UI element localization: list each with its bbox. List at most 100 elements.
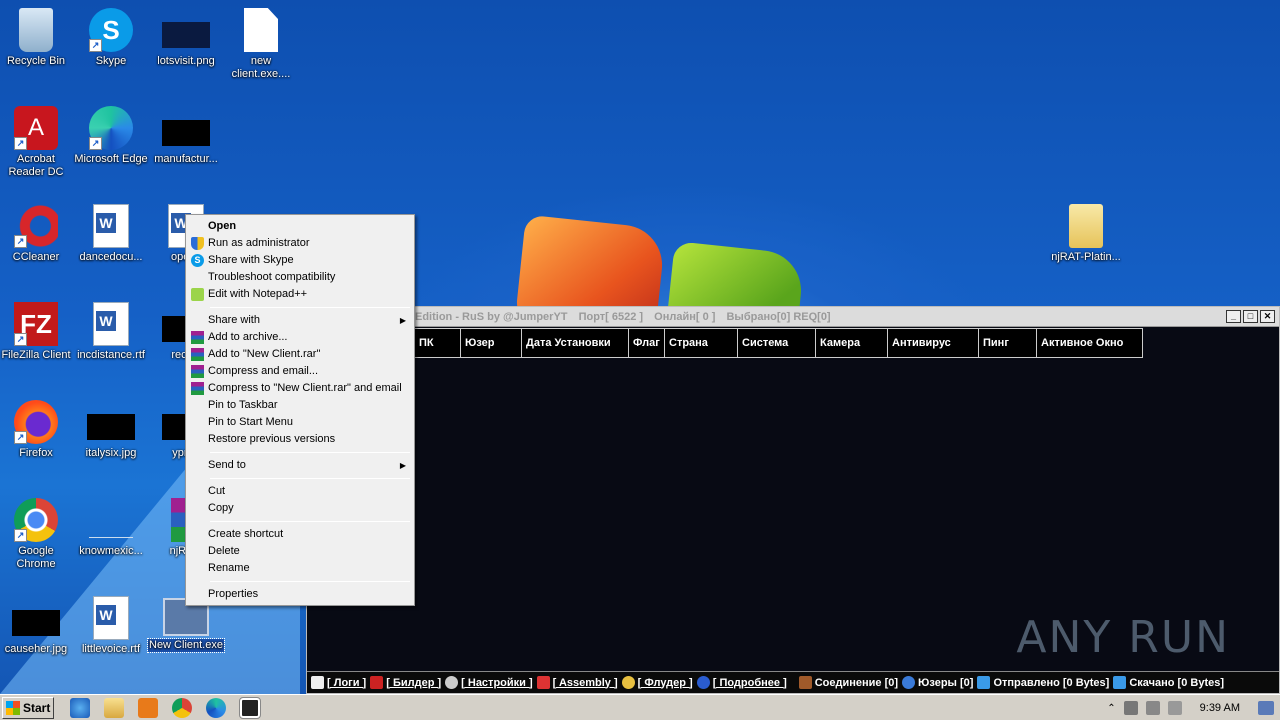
desktop-icon-njrat-folder[interactable]: njRAT-Platin... [1046,204,1126,264]
builder-button[interactable]: [ Билдер ] [370,676,441,689]
quick-launch [70,696,261,719]
column-header[interactable]: ПК [415,328,461,358]
word-doc-icon [93,596,129,640]
desktop-icon-italysix[interactable]: italysix.jpg [73,400,149,460]
desktop-icon-chrome[interactable]: ↗ Google Chrome [0,498,74,571]
menu-separator [210,478,410,479]
menu-item-compress-rar-email[interactable]: Compress to "New Client.rar" and email [188,380,412,397]
menu-item-open[interactable]: Open [188,218,412,235]
menu-item-create-shortcut[interactable]: Create shortcut [188,526,412,543]
menu-item-share-with[interactable]: Share with ▶ [188,312,412,329]
menu-item-run-as-admin[interactable]: Run as administrator [188,235,412,252]
desktop-icon-knowmexic[interactable]: knowmexic... [73,498,149,558]
ie-icon[interactable] [70,697,90,718]
desktop-icon-dancedocu[interactable]: dancedocu... [73,204,149,264]
user-icon [902,676,916,689]
title-edition: Edition - RuS by @JumperYT [415,311,568,323]
clients-table-header: пи ПК Юзер Дата Установки Флаг Страна Си… [307,328,1143,358]
njrat-statusbar: [ Логи ] [ Билдер ] [ Настройки ] [ Asse… [307,671,1279,693]
njrat-titlebar[interactable]: Edition - RuS by @JumperYT Порт[ 6522 ] … [307,307,1279,327]
column-header[interactable]: Активное Окно [1037,328,1143,358]
menu-item-restore-versions[interactable]: Restore previous versions [188,431,412,448]
edge-icon: ↗ [89,106,133,150]
clock[interactable]: 9:39 AM [1200,702,1240,714]
anyrun-watermark: ANY RUN [1016,612,1230,663]
column-header[interactable]: Система [738,328,816,358]
tools-icon [536,676,550,689]
desktop-icon-ccleaner[interactable]: ↗ CCleaner [0,204,74,264]
column-header[interactable]: Флаг [629,328,665,358]
desktop-icon-recycle-bin[interactable]: Recycle Bin [0,8,74,68]
log-icon [311,676,324,689]
network-icon[interactable] [1145,701,1160,715]
notepadpp-icon [191,288,204,301]
acrobat-icon: A ↗ [14,106,58,150]
menu-item-share-skype[interactable]: S Share with Skype [188,252,412,269]
desktop-icon-manufactur[interactable]: manufactur... [148,106,224,166]
menu-item-send-to[interactable]: Send to ▶ [188,457,412,474]
winrar-icon [191,365,204,378]
column-header[interactable]: Дата Установки [522,328,629,358]
media-player-icon[interactable] [138,697,158,718]
menu-item-edit-notepadpp[interactable]: Edit with Notepad++ [188,286,412,303]
desktop-icon-causeher[interactable]: causeher.jpg [0,596,74,656]
menu-item-compress-email[interactable]: Compress and email... [188,363,412,380]
edge-icon[interactable] [206,697,226,718]
show-desktop-icon[interactable] [1258,701,1274,715]
close-button[interactable]: ✕ [1260,310,1275,323]
menu-item-cut[interactable]: Cut [188,483,412,500]
upload-arrow-icon [977,676,991,689]
users-status: Юзеры [0] [902,676,973,689]
system-tray: ⌃ 9:39 AM [1101,697,1280,719]
desktop-icon-new-client-exe[interactable]: New Client.exe [147,598,225,653]
menu-item-pin-start[interactable]: Pin to Start Menu [188,414,412,431]
recycle-bin-icon [19,8,53,52]
submenu-arrow-icon: ▶ [399,461,406,470]
skype-icon: S ↗ [89,8,133,52]
skype-icon: S [191,254,204,267]
blank-file-icon [244,8,278,52]
settings-button[interactable]: [ Настройки ] [445,676,533,689]
logs-button[interactable]: [ Логи ] [311,676,366,689]
context-menu: Open Run as administrator S Share with Sk… [185,214,415,606]
flooder-button[interactable]: [ Флудер ] [621,676,693,689]
tray-expand-icon[interactable]: ⌃ [1107,703,1115,714]
assembly-button[interactable]: [ Assembly ] [536,676,618,689]
details-button[interactable]: [ Подробнее ] [696,676,787,689]
menu-item-properties[interactable]: Properties [188,586,412,603]
desktop-icon-acrobat[interactable]: A ↗ Acrobat Reader DC [0,106,74,179]
njrat-taskbar-icon[interactable] [239,696,261,719]
column-header[interactable]: Страна [665,328,738,358]
menu-separator [210,521,410,522]
menu-item-pin-taskbar[interactable]: Pin to Taskbar [188,397,412,414]
menu-item-delete[interactable]: Delete [188,543,412,560]
start-button[interactable]: Start [2,696,54,719]
column-header[interactable]: Антивирус [888,328,979,358]
maximize-button[interactable]: □ [1243,310,1258,323]
desktop-icon-edge[interactable]: ↗ Microsoft Edge [73,106,149,166]
column-header[interactable]: Камера [816,328,888,358]
volume-icon[interactable] [1123,701,1138,715]
minimize-button[interactable]: _ [1226,310,1241,323]
desktop-icon-firefox[interactable]: ↗ Firefox [0,400,74,460]
desktop-icon-new-client-blank[interactable]: new client.exe.... [223,8,299,81]
menu-separator [210,452,410,453]
desktop-icon-lotsvisit[interactable]: lotsvisit.png [148,8,224,68]
received-status: Скачано [0 Bytes] [1113,676,1224,689]
menu-item-rename[interactable]: Rename [188,560,412,577]
column-header[interactable]: Юзер [461,328,522,358]
flag-icon[interactable] [1167,701,1182,715]
builder-icon [370,676,384,689]
menu-item-add-to-archive[interactable]: Add to archive... [188,329,412,346]
explorer-icon[interactable] [104,697,124,718]
menu-item-troubleshoot[interactable]: Troubleshoot compatibility [188,269,412,286]
chrome-icon[interactable] [172,697,192,718]
desktop-icon-skype[interactable]: S ↗ Skype [73,8,149,68]
desktop-icon-filezilla[interactable]: FZ ↗ FileZilla Client [0,302,74,362]
word-doc-icon [93,302,129,346]
desktop-icon-littlevoice[interactable]: littlevoice.rtf [73,596,149,656]
menu-item-copy[interactable]: Copy [188,500,412,517]
desktop-icon-incdistance[interactable]: incdistance.rtf [73,302,149,362]
column-header[interactable]: Пинг [979,328,1037,358]
menu-item-add-to-rar[interactable]: Add to "New Client.rar" [188,346,412,363]
